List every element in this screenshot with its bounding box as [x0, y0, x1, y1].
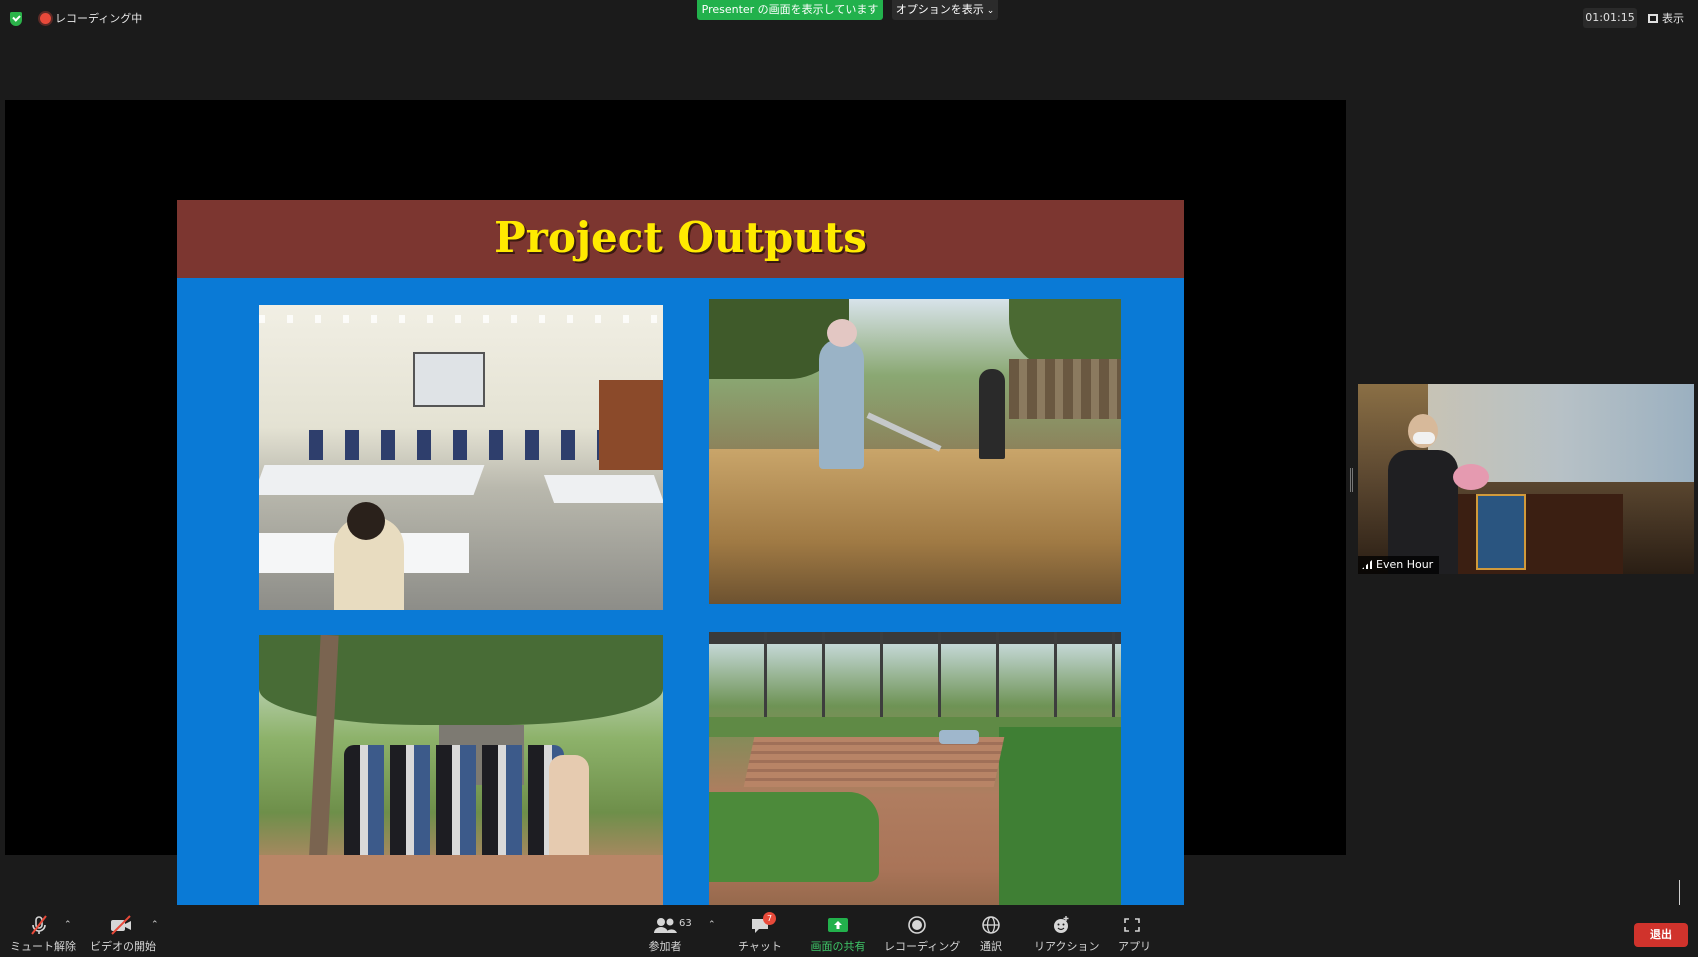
- slide-title: Project Outputs: [494, 213, 867, 262]
- view-options-label: オプションを表示: [895, 3, 984, 16]
- table: [543, 475, 663, 503]
- slide-header: Project Outputs: [177, 200, 1184, 278]
- unmute-button[interactable]: ミュート解除: [10, 914, 76, 954]
- muted-mic-icon: [10, 914, 68, 936]
- record-icon: [884, 914, 950, 936]
- reactions-button[interactable]: リアクション: [1034, 914, 1100, 954]
- unmute-label: ミュート解除: [10, 940, 76, 953]
- presentation-slide: Project Outputs: [177, 200, 1184, 955]
- person-head: [347, 502, 385, 540]
- chat-label: チャット: [738, 940, 782, 953]
- emoji-icon: [1034, 914, 1088, 936]
- watering-can: [866, 412, 942, 452]
- table: [259, 465, 485, 495]
- apps-label: アプリ: [1118, 940, 1151, 953]
- globe-icon: [976, 914, 1006, 936]
- seedling-bed: [709, 792, 879, 882]
- panel-resize-handle[interactable]: [1350, 468, 1353, 492]
- flower-arrangement: [1453, 464, 1489, 490]
- apps-icon: [1118, 914, 1146, 936]
- seedling-bed: [999, 727, 1121, 927]
- participants-caret-icon[interactable]: ⌃: [708, 920, 716, 930]
- start-video-label: ビデオの開始: [90, 940, 156, 953]
- top-bar: レコーディング中 Presenter の画面を表示しています オプションを表示 ⌄…: [0, 0, 1698, 36]
- group-of-people: [344, 745, 564, 865]
- person-standing: [979, 369, 1005, 459]
- interpretation-button[interactable]: 通訳: [976, 914, 1006, 954]
- chairs: [309, 430, 609, 460]
- record-button[interactable]: レコーディング: [884, 914, 961, 954]
- start-video-button[interactable]: ビデオの開始: [90, 914, 156, 954]
- share-screen-label: 画面の共有: [810, 940, 866, 953]
- view-label: 表示: [1662, 12, 1684, 25]
- participant-name-label: Even Hour: [1358, 556, 1440, 574]
- soil-rows: [743, 737, 1005, 787]
- share-screen-button[interactable]: 画面の共有: [808, 914, 868, 954]
- recording-status: レコーディング中: [55, 12, 143, 25]
- audio-options-caret-icon[interactable]: ⌃: [64, 920, 72, 930]
- grid-view-icon: [1648, 14, 1658, 23]
- worker: [819, 339, 864, 469]
- speaker: [1388, 414, 1458, 574]
- projection-screen: [413, 352, 485, 407]
- training-hall-photo: [259, 305, 663, 610]
- participants-count: 63: [679, 918, 692, 929]
- community-group-photo: [259, 635, 663, 931]
- chevron-down-icon: ⌄: [986, 6, 995, 16]
- video-off-icon: [90, 914, 152, 936]
- screen-share-banner: Presenter の画面を表示しています: [697, 0, 883, 20]
- view-options-button[interactable]: オプションを表示 ⌄: [892, 0, 998, 20]
- participants-label: 参加者: [648, 940, 682, 953]
- ceiling-lights: [259, 315, 663, 323]
- tarp: [939, 730, 979, 744]
- participant-video-tile[interactable]: Even Hour: [1358, 384, 1694, 574]
- leave-button[interactable]: 退出: [1634, 923, 1688, 947]
- record-label: レコーディング: [884, 940, 961, 953]
- door: [599, 380, 663, 470]
- participant-name: Even Hour: [1376, 558, 1434, 571]
- face-mask: [1413, 432, 1435, 444]
- interpretation-label: 通訳: [980, 940, 1002, 953]
- podium-emblem: [1476, 494, 1526, 570]
- share-screen-icon: [808, 914, 868, 936]
- signal-strength-icon: [1362, 560, 1372, 569]
- video-options-caret-icon[interactable]: ⌃: [151, 920, 159, 930]
- composting-photo: [709, 299, 1121, 604]
- reactions-label: リアクション: [1034, 940, 1100, 953]
- vegetable-nursery-photo: [709, 632, 1121, 928]
- worker-head: [827, 319, 857, 347]
- view-button[interactable]: 表示: [1648, 10, 1684, 26]
- straw-pile: [709, 449, 1121, 604]
- wooden-fence: [1009, 359, 1121, 419]
- security-shield-icon[interactable]: [10, 12, 22, 26]
- chat-unread-badge: 7: [763, 912, 776, 925]
- apps-button[interactable]: アプリ: [1118, 914, 1151, 954]
- shared-screen: Project Outputs: [5, 100, 1346, 955]
- meeting-timer: 01:01:15: [1583, 8, 1637, 28]
- recording-icon: [40, 13, 51, 24]
